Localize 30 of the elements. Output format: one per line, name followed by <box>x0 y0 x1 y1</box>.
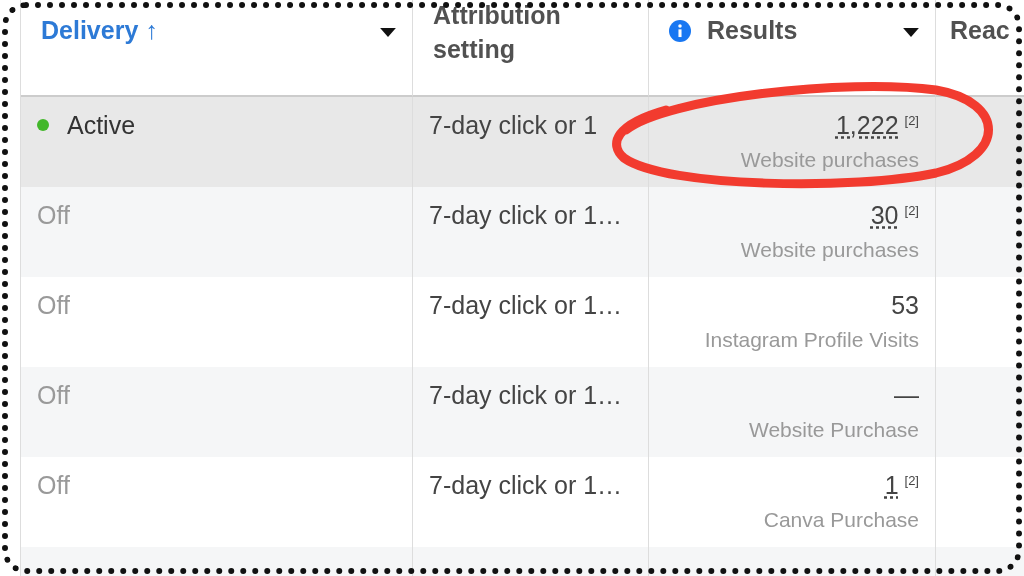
caret-icon[interactable] <box>903 28 919 37</box>
delivery-status: Off <box>37 471 70 500</box>
info-icon[interactable] <box>669 19 691 42</box>
attribution-setting: 7-day click or 1… <box>429 471 623 500</box>
result-label: Website Purchase <box>748 418 919 442</box>
caret-icon[interactable] <box>380 28 396 37</box>
column-header[interactable]: Delivery ↑ <box>41 16 158 45</box>
result-value[interactable]: 1 <box>884 471 899 500</box>
footnote: [2] <box>904 203 919 218</box>
result-value: — <box>894 381 919 410</box>
attribution-setting: 7-day click or 1… <box>429 381 623 410</box>
attribution-setting: 7-day click or 1 <box>429 111 598 140</box>
result-value[interactable]: 30 <box>870 201 899 230</box>
delivery-status: Off <box>37 291 70 320</box>
delivery-status: Off <box>37 381 70 410</box>
delivery-status: Off <box>37 201 70 230</box>
column-header[interactable]: Attribution setting <box>433 0 632 66</box>
result-value[interactable]: 1,222 <box>835 111 899 140</box>
delivery-status: Active <box>67 111 136 140</box>
result-value: 53 <box>891 291 919 320</box>
result-label: Website purchases <box>740 238 919 262</box>
attribution-setting: 7-day click or 1… <box>429 201 623 230</box>
result-label: Website purchases <box>740 148 919 172</box>
result-label: Instagram Profile Visits <box>704 328 919 352</box>
footnote: [2] <box>904 473 919 488</box>
column-header[interactable]: Reac <box>950 16 1010 45</box>
column-header[interactable]: Results <box>707 16 798 45</box>
attribution-setting: 7-day click or 1… <box>429 291 623 320</box>
result-label: Canva Purchase <box>763 508 919 532</box>
footnote: [2] <box>904 113 919 128</box>
